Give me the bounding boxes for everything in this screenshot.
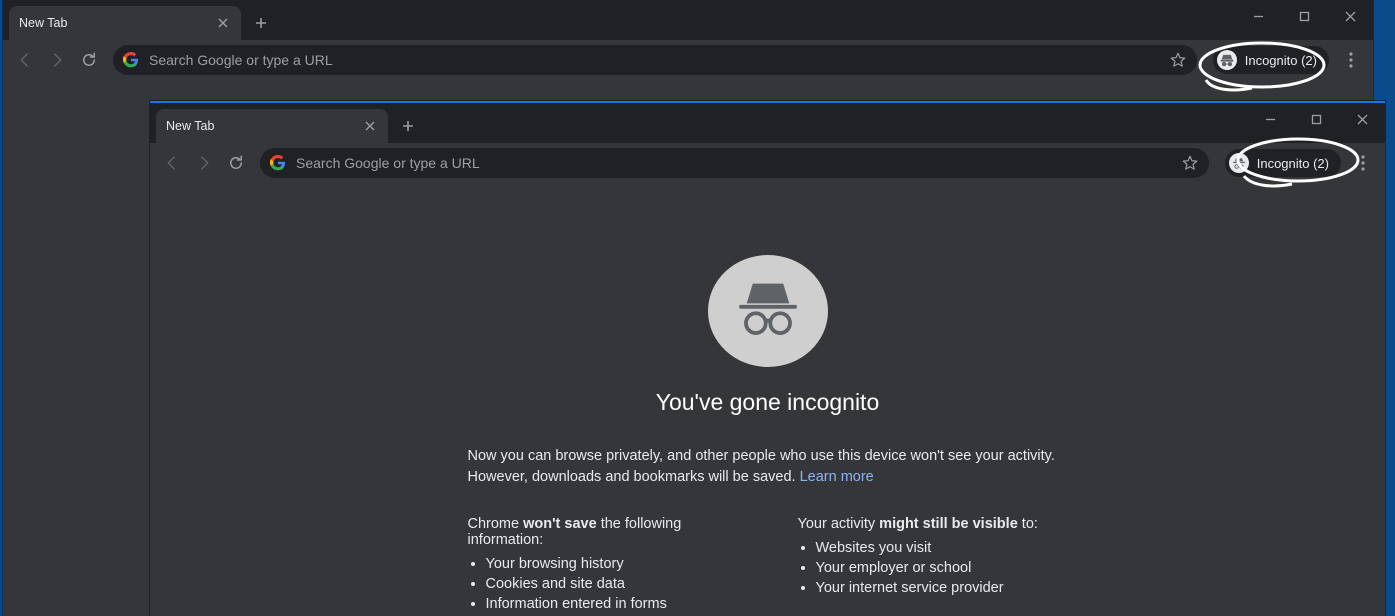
minimize-button[interactable] [1247,103,1293,135]
back-button[interactable] [11,46,39,74]
forward-button[interactable] [190,149,218,177]
close-tab-icon[interactable] [362,118,378,134]
address-input[interactable] [296,155,1171,171]
google-g-icon [270,155,286,171]
incognito-label: Incognito (2) [1245,53,1317,68]
browser-window-front: New Tab [150,101,1385,616]
content-area: You've gone incognito Now you can browse… [150,183,1385,616]
incognito-icon [1217,50,1237,70]
list-item: Cookies and site data [486,576,738,592]
list-item: Your browsing history [486,556,738,572]
forward-button[interactable] [43,46,71,74]
incognito-landing: You've gone incognito Now you can browse… [150,183,1385,616]
tab-strip: New Tab [150,109,1247,143]
tab[interactable]: New Tab [9,6,241,40]
reload-button[interactable] [75,46,103,74]
column-lead: Chrome won't save the following informat… [468,516,738,548]
menu-button[interactable] [1349,149,1377,177]
wont-save-column: Chrome won't save the following informat… [468,516,738,616]
tab-strip: New Tab [3,6,1235,40]
maximize-button[interactable] [1281,0,1327,32]
intro-body: Now you can browse privately, and other … [468,448,1055,485]
close-tab-icon[interactable] [215,15,231,31]
google-g-icon [123,52,139,68]
close-window-button[interactable] [1327,0,1373,32]
column-lead: Your activity might still be visible to: [798,516,1068,532]
tab-title: New Tab [166,119,214,133]
maximize-button[interactable] [1293,103,1339,135]
intro-text: Now you can browse privately, and other … [468,446,1068,488]
window-controls [1235,0,1373,32]
new-tab-button[interactable] [247,9,275,37]
menu-button[interactable] [1337,46,1365,74]
address-input[interactable] [149,52,1159,68]
omnibox[interactable] [260,148,1209,178]
toolbar: Incognito (2) [150,143,1385,183]
bookmark-star-icon[interactable] [1169,51,1187,69]
toolbar: Incognito (2) [3,40,1373,80]
list-item: Your internet service provider [816,580,1068,596]
still-visible-column: Your activity might still be visible to:… [798,516,1068,616]
tab[interactable]: New Tab [156,109,388,143]
tab-title: New Tab [19,16,67,30]
list-item: Information entered in forms [486,596,738,612]
close-window-button[interactable] [1339,103,1385,135]
list-item: Websites you visit [816,540,1068,556]
window-controls [1247,103,1385,135]
bookmark-star-icon[interactable] [1181,154,1199,172]
incognito-icon [1229,153,1249,173]
info-columns: Chrome won't save the following informat… [468,516,1068,616]
wont-save-list: Your browsing history Cookies and site d… [468,556,738,612]
incognito-indicator[interactable]: Incognito (2) [1213,46,1329,74]
reload-button[interactable] [222,149,250,177]
headline: You've gone incognito [656,389,880,416]
list-item: Your employer or school [816,560,1068,576]
incognito-label: Incognito (2) [1257,156,1329,171]
learn-more-link[interactable]: Learn more [800,469,874,485]
minimize-button[interactable] [1235,0,1281,32]
new-tab-button[interactable] [394,112,422,140]
incognito-indicator[interactable]: Incognito (2) [1225,149,1341,177]
omnibox[interactable] [113,45,1197,75]
still-visible-list: Websites you visit Your employer or scho… [798,540,1068,596]
title-bar: New Tab [3,0,1373,40]
back-button[interactable] [158,149,186,177]
incognito-hero-icon [708,255,828,367]
title-bar: New Tab [150,103,1385,143]
